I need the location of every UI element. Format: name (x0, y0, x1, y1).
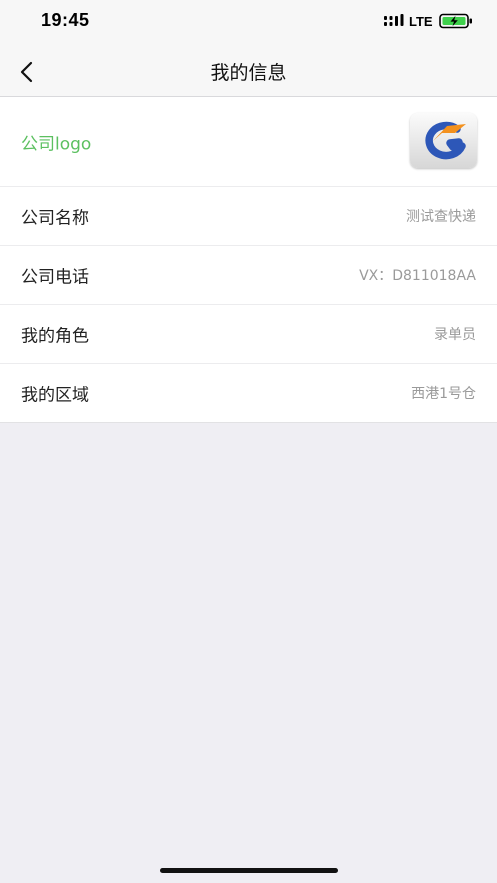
my-region-value: 西港1号仓 (411, 386, 476, 402)
home-indicator[interactable] (160, 868, 338, 873)
company-phone-value: VX：D811018AA (359, 268, 476, 284)
company-logo-label: 公司logo (21, 134, 92, 154)
my-role-value: 录单员 (434, 327, 476, 343)
my-role-row[interactable]: 我的角色 录单员 (0, 304, 497, 363)
my-role-label: 我的角色 (21, 326, 89, 347)
company-phone-row[interactable]: 公司电话 VX：D811018AA (0, 245, 497, 304)
company-logo[interactable] (410, 113, 477, 168)
my-region-label: 我的区域 (21, 385, 89, 406)
status-bar: 19:45 LTE (0, 0, 497, 44)
company-name-row[interactable]: 公司名称 测试查快递 (0, 186, 497, 245)
company-name-label: 公司名称 (21, 208, 89, 229)
network-label: LTE (409, 14, 433, 29)
info-list: 公司logo 公司名称 测试查快递 公司电话 VX：D811018AA 我的角色 (0, 97, 497, 423)
status-time: 19:45 (41, 10, 90, 30)
my-region-row[interactable]: 我的区域 西港1号仓 (0, 363, 497, 422)
company-name-value: 测试查快递 (406, 209, 476, 225)
page-title: 我的信息 (210, 62, 287, 84)
signal-icon (384, 14, 404, 26)
company-phone-label: 公司电话 (21, 267, 89, 288)
battery-charging-icon (439, 13, 472, 29)
company-logo-row[interactable]: 公司logo (0, 97, 497, 186)
nav-bar: 我的信息 (0, 44, 497, 97)
